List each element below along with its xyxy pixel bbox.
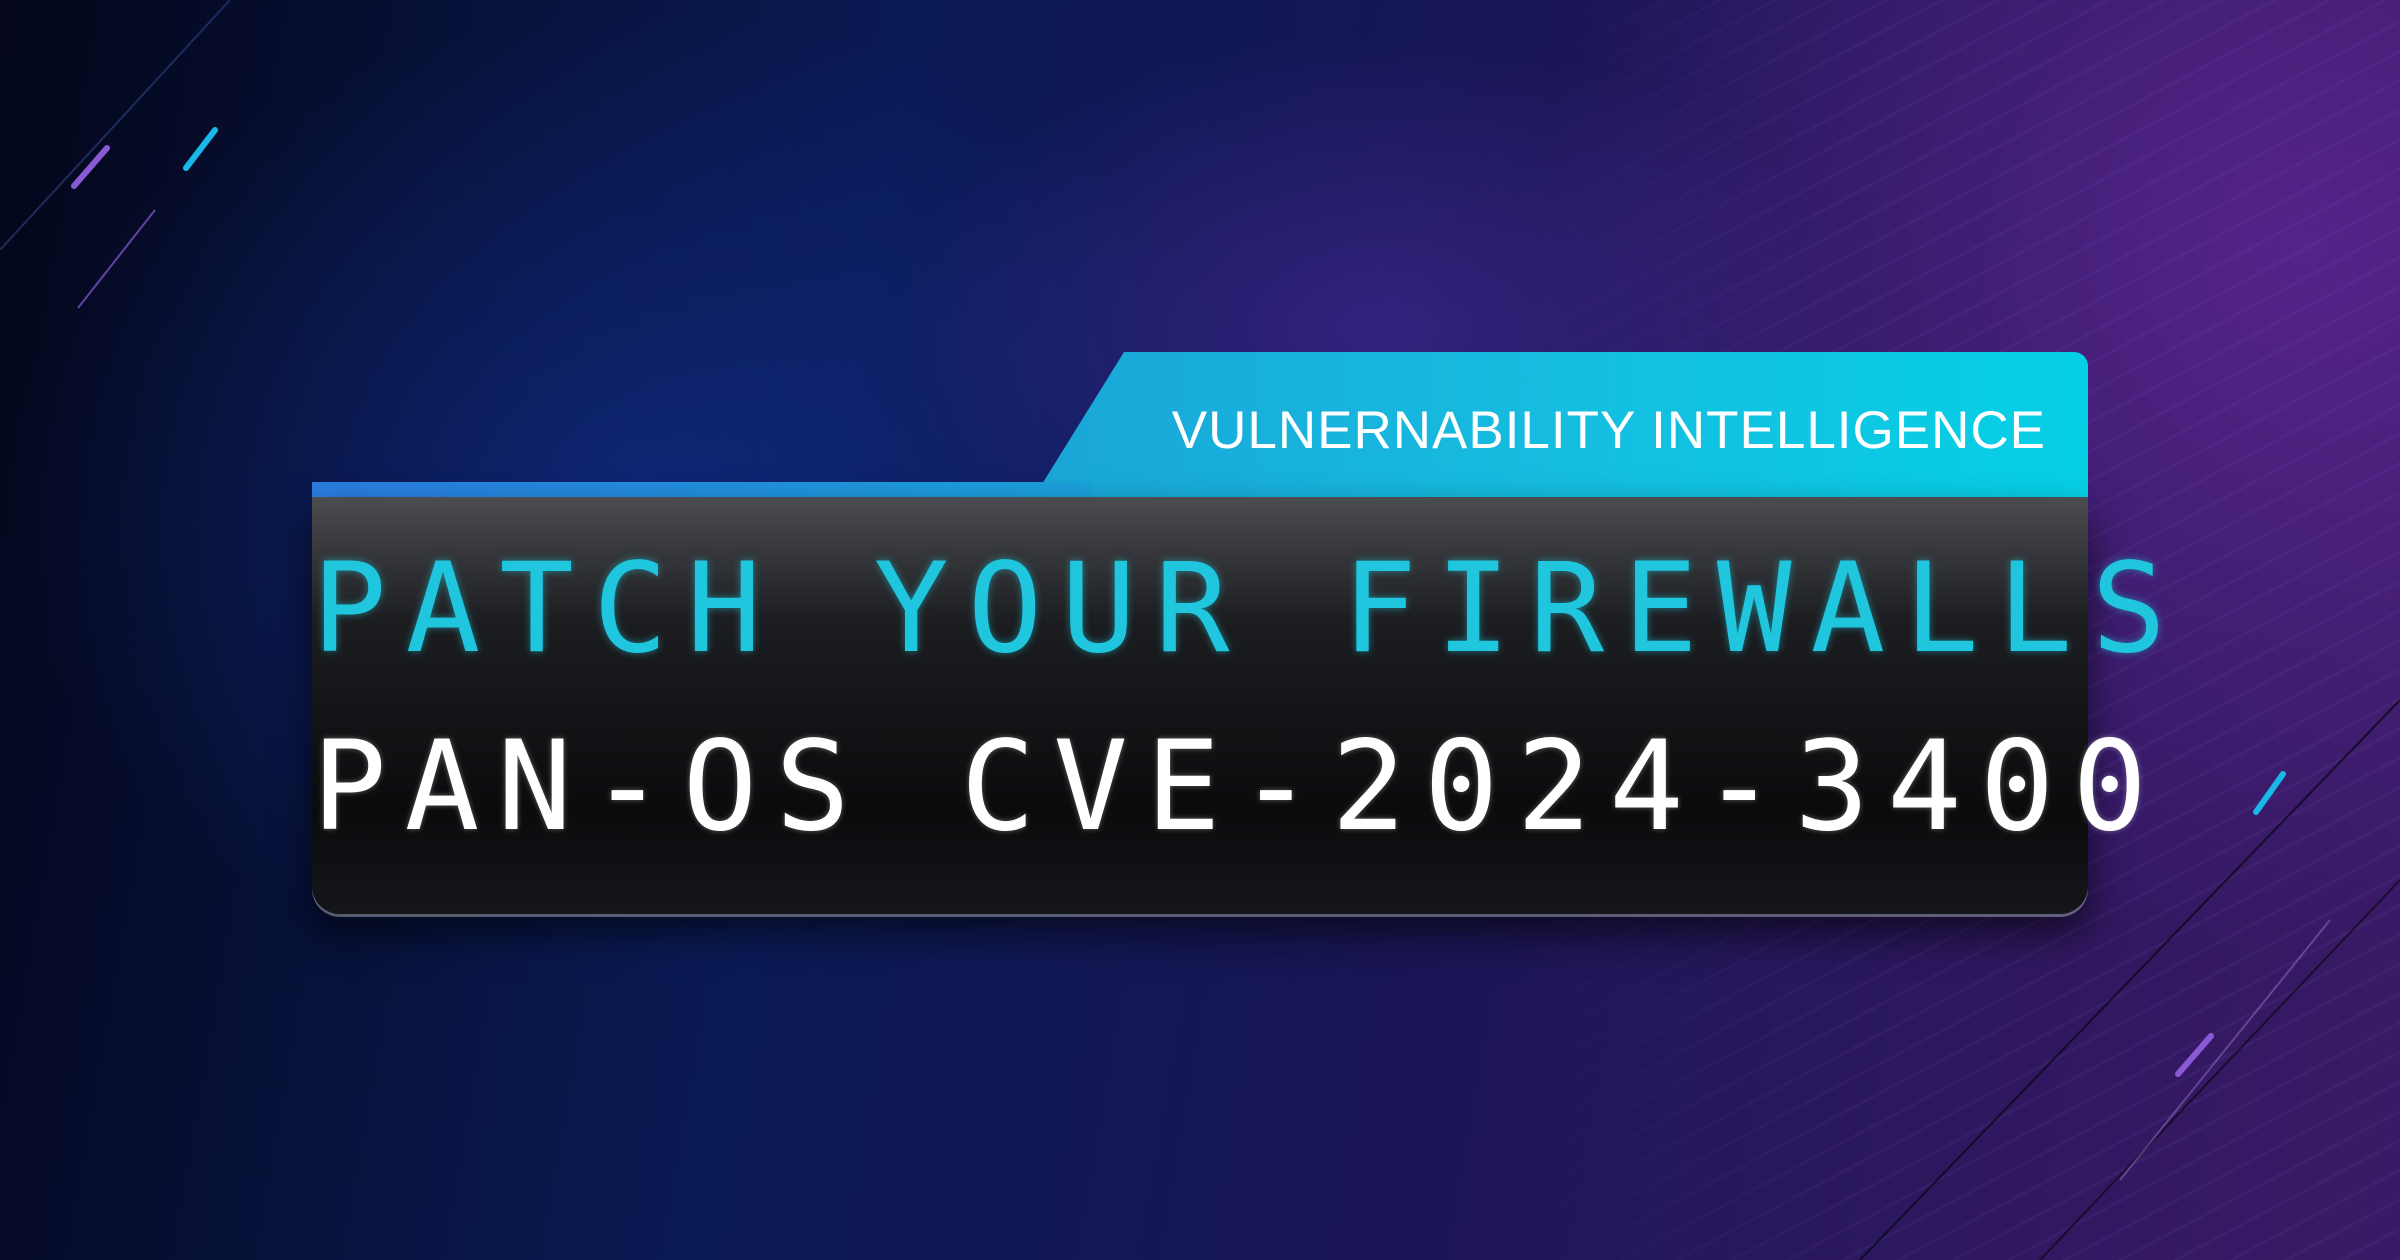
cve-identifier: PAN-OS CVE-2024-3400 [312,715,2166,859]
dash-cyan-top-left [183,127,218,171]
dash-purple-bottom-right [2175,1033,2214,1077]
headline: PATCH YOUR FIREWALLS [312,537,2186,681]
dash-purple-top-left [71,145,110,189]
dash-cyan-right [2253,771,2286,815]
thin-line-purple-top-left [77,209,156,309]
display-panel: PATCH YOUR FIREWALLS PAN-OS CVE-2024-340… [312,497,2186,914]
vulnerability-banner: VULNERNABILITY INTELLIGENCE PATCH YOUR F… [312,352,2186,914]
thin-line-bottom-right-2 [2039,879,2400,1260]
accent-stripe [312,482,1092,498]
thin-line-top-left [0,0,231,251]
category-label: VULNERNABILITY INTELLIGENCE [1171,401,2046,460]
category-tab: VULNERNABILITY INTELLIGENCE [1034,352,2088,497]
